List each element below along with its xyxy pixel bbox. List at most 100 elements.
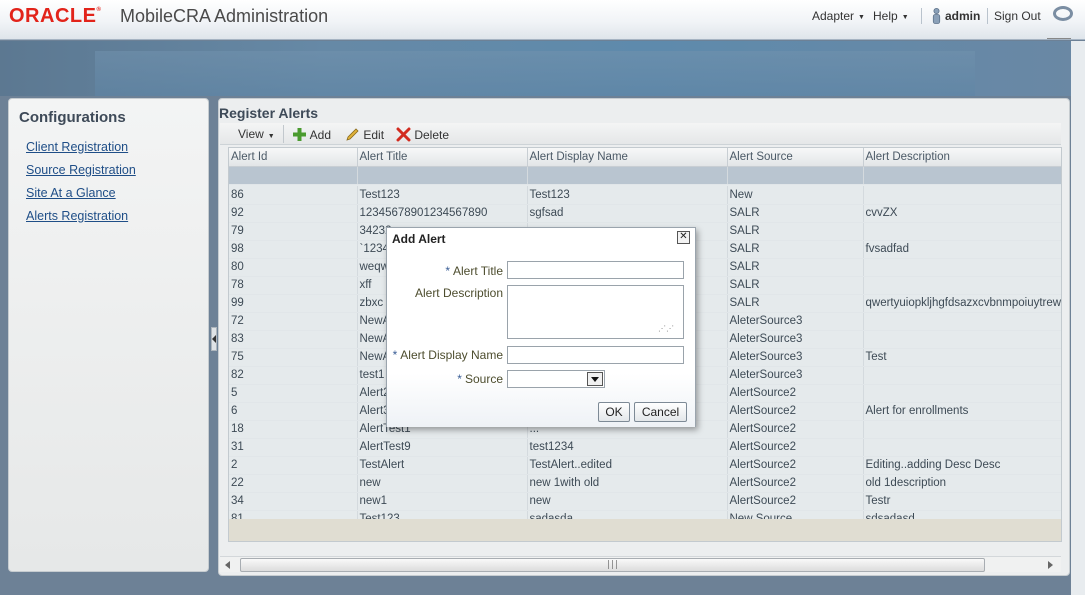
chevron-down-icon: ▼ — [267, 133, 275, 140]
table-row[interactable]: 86 Test123 Test123 New — [229, 186, 1061, 205]
oracle-o-icon — [1053, 6, 1073, 21]
alert-title-input[interactable] — [507, 261, 684, 279]
table-cell: 80 — [229, 258, 358, 277]
table-cell: AleterSource3 — [727, 312, 864, 331]
collapse-header-icon[interactable] — [1047, 31, 1071, 39]
alert-description-textarea[interactable]: ⋰⋰ — [507, 285, 684, 339]
banner — [0, 41, 1085, 96]
source-label: * Source — [457, 372, 503, 386]
table-cell: new — [357, 474, 528, 493]
table-cell — [863, 222, 1061, 241]
table-cell: qwertyuiopkljhgfdsazxcvbnmpoiuytrewqa — [863, 294, 1061, 313]
dialog-title: Add Alert — [392, 232, 446, 246]
user-icon — [932, 8, 941, 24]
alert-display-name-label: * Alert Display Name — [392, 348, 503, 362]
header-divider — [987, 8, 988, 24]
table-cell: Testr — [863, 492, 1061, 511]
table-cell: SALR — [727, 276, 864, 295]
ok-button[interactable]: OK — [598, 402, 630, 422]
sidebar-item-source-registration[interactable]: Source Registration — [26, 163, 136, 177]
configurations-title: Configurations — [19, 109, 126, 126]
table-cell: 82 — [229, 366, 358, 385]
table-cell: test1234 — [527, 438, 728, 457]
table-cell: SALR — [727, 258, 864, 277]
table-header-row: Alert Id Alert Title Alert Display Name … — [229, 148, 1061, 167]
table-cell — [863, 384, 1061, 403]
table-cell — [863, 258, 1061, 277]
column-header-alert-description[interactable]: Alert Description — [863, 148, 1061, 167]
table-cell: cvvZX — [863, 204, 1061, 223]
column-header-alert-id[interactable]: Alert Id — [229, 148, 358, 167]
scroll-right-icon[interactable] — [1048, 561, 1053, 569]
scroll-left-icon[interactable] — [225, 561, 230, 569]
table-cell: 18 — [229, 420, 358, 439]
table-cell — [863, 312, 1061, 331]
table-cell: Test123 — [357, 186, 528, 205]
table-cell: 72 — [229, 312, 358, 331]
plus-icon — [293, 128, 306, 141]
table-cell: 83 — [229, 330, 358, 349]
table-cell: TestAlert — [357, 456, 528, 475]
adapter-menu[interactable]: Adapter ▼ — [812, 9, 865, 23]
column-header-alert-title[interactable]: Alert Title — [357, 148, 528, 167]
table-cell — [863, 276, 1061, 295]
sidebar-item-site-at-a-glance[interactable]: Site At a Glance — [26, 186, 116, 200]
table-cell: AleterSource3 — [727, 366, 864, 385]
table-cell: 75 — [229, 348, 358, 367]
table-cell: AlertSource2 — [727, 492, 864, 511]
table-cell: 5 — [229, 384, 358, 403]
table-row[interactable]: 92 12345678901234567890 sgfsad SALR cvvZX — [229, 204, 1061, 223]
scrollbar-grip-icon: ||| — [607, 560, 620, 570]
sidebar-item-client-registration[interactable]: Client Registration — [26, 140, 128, 154]
table-row[interactable]: 34 new1 new AlertSource2 Testr — [229, 492, 1061, 511]
resize-grip-icon[interactable]: ⋰⋰ — [658, 325, 674, 333]
column-header-alert-source[interactable]: Alert Source — [727, 148, 864, 167]
column-header-alert-display-name[interactable]: Alert Display Name — [527, 148, 728, 167]
table-cell: AlertSource2 — [727, 384, 864, 403]
table-cell — [863, 420, 1061, 439]
table-cell — [863, 330, 1061, 349]
configurations-panel: Configurations Client Registration Sourc… — [8, 98, 209, 572]
table-cell: 86 — [229, 186, 358, 205]
pencil-icon — [346, 128, 359, 141]
table-cell: Test123 — [527, 186, 728, 205]
collapse-left-panel-icon[interactable] — [211, 327, 217, 351]
banner-gradient — [95, 51, 975, 96]
source-select[interactable] — [507, 370, 605, 388]
delete-button[interactable]: Delete — [396, 127, 449, 142]
table-cell: new — [527, 492, 728, 511]
sign-out-link[interactable]: Sign Out — [994, 9, 1041, 23]
alert-display-name-input[interactable] — [507, 346, 684, 364]
table-cell: 2 — [229, 456, 358, 475]
help-menu[interactable]: Help ▼ — [873, 9, 909, 23]
cancel-button[interactable]: Cancel — [634, 402, 687, 422]
table-cell: 98 — [229, 240, 358, 259]
toolbar-divider — [283, 125, 284, 143]
table-row[interactable]: 31 AlertTest9 test1234 AlertSource2 — [229, 438, 1061, 457]
table-cell: Alert for enrollments — [863, 402, 1061, 421]
table-cell — [863, 438, 1061, 457]
add-button[interactable]: Add — [292, 127, 331, 142]
table-cell: AlertSource2 — [727, 456, 864, 475]
table-cell: TestAlert..edited — [527, 456, 728, 475]
table-cell: fvsadfad — [863, 240, 1061, 259]
table-cell: 12345678901234567890 — [357, 204, 528, 223]
filter-row[interactable] — [229, 166, 1061, 185]
view-menu[interactable]: View ▼ — [238, 127, 275, 141]
delete-x-icon — [396, 127, 411, 142]
table-footer — [229, 519, 1061, 541]
sidebar-item-alerts-registration[interactable]: Alerts Registration — [26, 209, 128, 223]
table-cell: Editing..adding Desc Desc — [863, 456, 1061, 475]
table-cell: SALR — [727, 222, 864, 241]
table-cell: new1 — [357, 492, 528, 511]
table-row[interactable]: 2 TestAlert TestAlert..edited AlertSource2 E… — [229, 456, 1061, 475]
close-icon[interactable]: ✕ — [677, 231, 690, 244]
chevron-down-icon: ▼ — [858, 14, 865, 21]
dropdown-arrow-icon[interactable] — [587, 372, 603, 386]
table-cell: New — [727, 186, 864, 205]
table-cell: 31 — [229, 438, 358, 457]
table-cell: 22 — [229, 474, 358, 493]
table-row[interactable]: 22 new new 1with old AlertSource2 old 1descr… — [229, 474, 1061, 493]
table-cell: 78 — [229, 276, 358, 295]
edit-button[interactable]: Edit — [345, 127, 384, 142]
